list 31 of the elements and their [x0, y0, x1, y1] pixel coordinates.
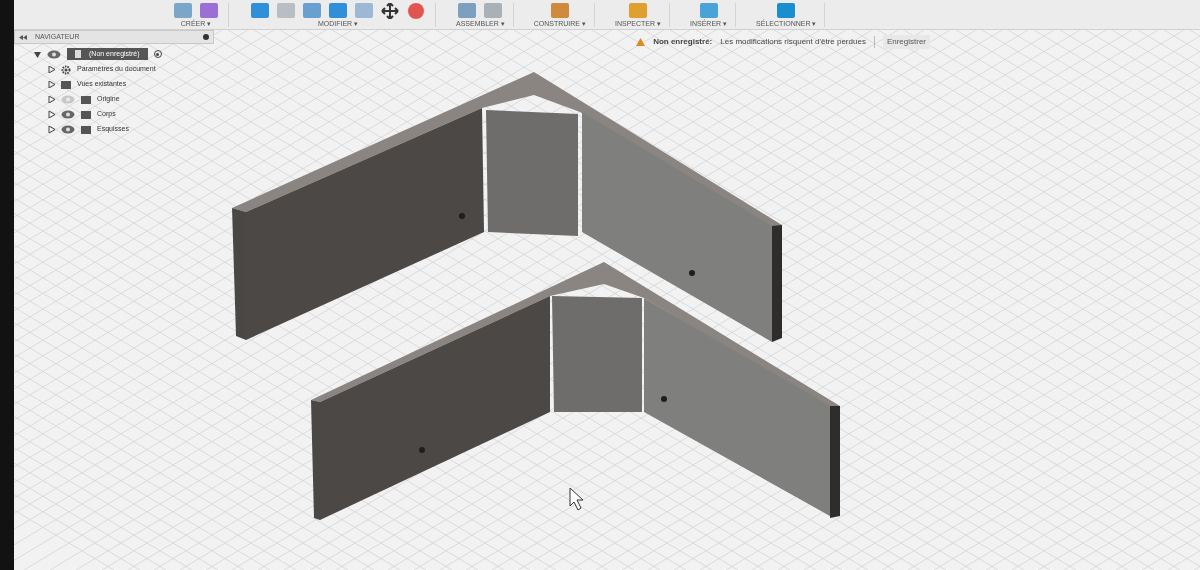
color-wheel-icon[interactable] — [405, 3, 427, 19]
save-button[interactable]: Enregistrer — [882, 35, 930, 49]
expand-triangle-icon[interactable] — [48, 81, 55, 88]
gear-icon — [61, 64, 71, 75]
tool-icon[interactable] — [327, 3, 349, 19]
expand-triangle-icon[interactable] — [48, 96, 55, 103]
unsaved-warning-message: Les modifications risquent d'être perdues — [720, 36, 875, 48]
tool-icon[interactable] — [627, 3, 649, 19]
mouse-cursor-icon — [569, 487, 584, 511]
expand-triangle-icon[interactable] — [34, 50, 41, 58]
document-icon — [75, 50, 81, 58]
tool-icon[interactable] — [301, 3, 323, 19]
tool-icon[interactable] — [198, 3, 220, 19]
eye-icon[interactable] — [61, 125, 75, 134]
warning-icon — [636, 38, 646, 46]
tool-icon[interactable] — [775, 3, 798, 19]
tool-icon[interactable] — [172, 3, 194, 19]
expand-triangle-icon[interactable] — [48, 66, 55, 73]
tool-icon[interactable] — [548, 3, 571, 19]
expand-triangle-icon[interactable] — [48, 111, 55, 118]
tool-icon[interactable] — [456, 3, 479, 19]
pin-icon[interactable] — [203, 34, 209, 40]
tool-icon[interactable] — [249, 3, 271, 19]
eye-icon[interactable] — [61, 110, 75, 119]
tool-icon[interactable] — [697, 3, 720, 19]
unsaved-status: Non enregistré: — [653, 36, 713, 48]
expand-triangle-icon[interactable] — [48, 126, 55, 133]
collapse-icon[interactable] — [19, 34, 27, 40]
eye-icon[interactable] — [47, 49, 61, 59]
move-arrows-icon[interactable] — [379, 3, 401, 19]
tool-icon[interactable] — [482, 3, 505, 19]
